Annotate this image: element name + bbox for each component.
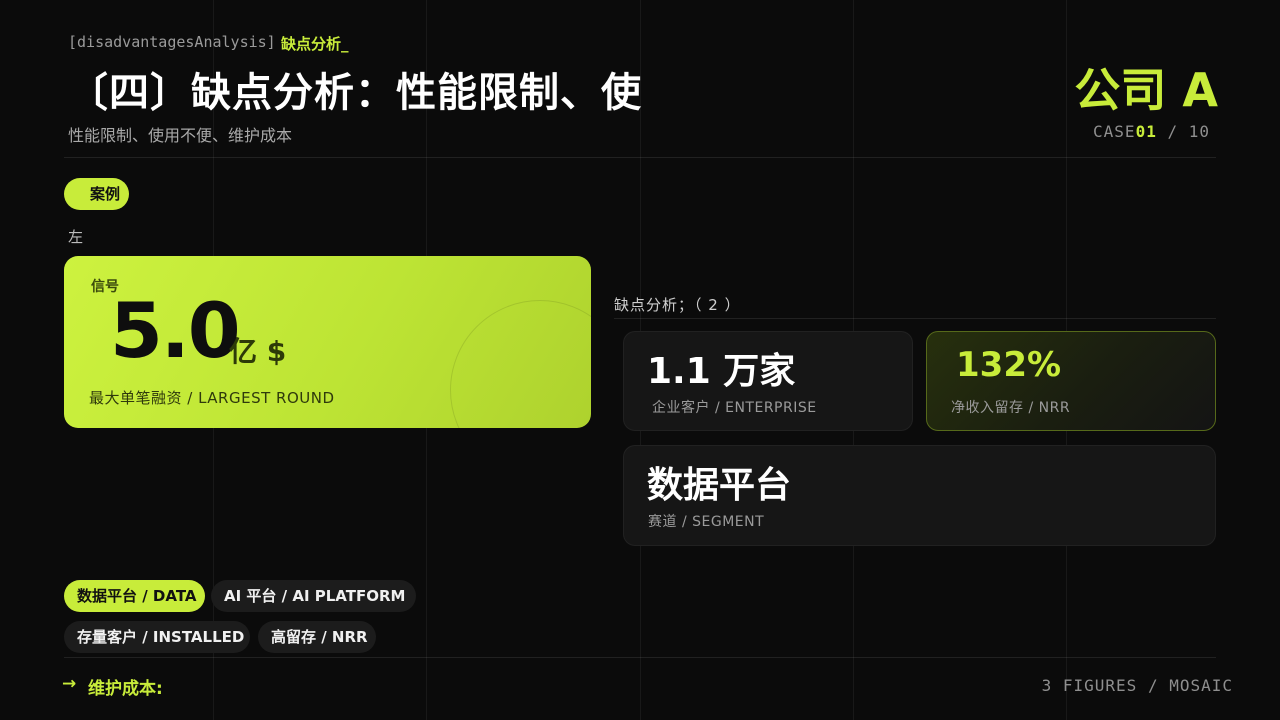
accent-tag: 缺点分析_ — [281, 35, 349, 53]
hero-value: 5.0 — [110, 286, 241, 375]
hero-description: 最大单笔融资 / LARGEST ROUND — [89, 389, 335, 407]
case-prefix: CASE — [1093, 122, 1136, 141]
arrow-right-icon: → — [62, 674, 77, 694]
footer-figure-count: 3 FIGURES / MOSAIC — [1041, 676, 1233, 695]
tag-nrr: 高留存 / NRR — [258, 621, 376, 653]
hero-unit: 亿 $ — [229, 335, 287, 368]
divider — [64, 657, 1216, 658]
page-title: 〔四〕缺点分析：性能限制、使 — [68, 70, 642, 116]
slide: [disadvantagesAnalysis] 缺点分析_ 〔四〕缺点分析：性能限… — [0, 0, 1280, 720]
column-label: 左 — [68, 228, 84, 246]
tag-ai-platform: AI 平台 / AI PLATFORM — [211, 580, 416, 612]
stat-value: 数据平台 — [647, 465, 792, 506]
case-counter: CASE01 / 10 — [1093, 122, 1210, 141]
page-subtitle: 性能限制、使用不便、维护成本 — [68, 126, 293, 145]
case-chip: 案例 — [64, 178, 129, 210]
decorative-circle — [450, 300, 591, 428]
stat-description: 净收入留存 / NRR — [951, 400, 1071, 416]
tag-installed: 存量客户 / INSTALLED — [64, 621, 250, 653]
stat-description: 赛道 / SEGMENT — [648, 514, 765, 530]
code-tag-text: [disadvantagesAnalysis] — [68, 33, 275, 51]
hero-card: 信号 5.0 亿 $ 最大单笔融资 / LARGEST ROUND — [64, 256, 591, 428]
stat-card-enterprise: 1.1 万家 企业客户 / ENTERPRISE — [623, 331, 913, 431]
divider — [614, 318, 1216, 319]
stat-value: 1.1 万家 — [647, 351, 796, 392]
company-name: 公司 A — [1074, 63, 1218, 117]
stat-value: 132% — [956, 345, 1062, 385]
case-total: / 10 — [1156, 122, 1210, 141]
tag-data-platform: 数据平台 / DATA — [64, 580, 205, 612]
divider — [64, 157, 1216, 158]
code-tag: [disadvantagesAnalysis] 缺点分析_ — [68, 33, 349, 53]
stat-description: 企业客户 / ENTERPRISE — [652, 400, 817, 416]
stat-card-nrr: 132% 净收入留存 / NRR — [926, 331, 1216, 431]
section-label: 缺点分析；（ 2 ） — [614, 296, 741, 314]
footer-text: 维护成本: — [88, 679, 163, 699]
stat-card-segment: 数据平台 赛道 / SEGMENT — [623, 445, 1216, 546]
case-number: 01 — [1135, 122, 1157, 141]
